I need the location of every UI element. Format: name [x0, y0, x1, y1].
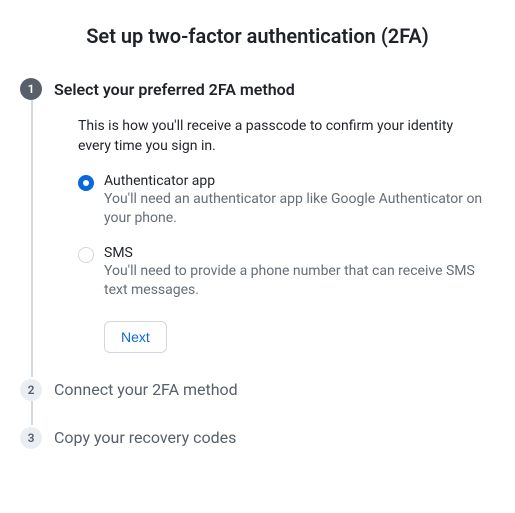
- option-sms[interactable]: SMS You'll need to provide a phone numbe…: [78, 245, 485, 301]
- radio-sms[interactable]: [78, 247, 94, 263]
- page-title: Set up two-factor authentication (2FA): [20, 24, 495, 48]
- next-button[interactable]: Next: [104, 321, 167, 353]
- step-1-body: This is how you'll receive a passcode to…: [50, 102, 495, 377]
- step-1-description: This is how you'll receive a passcode to…: [78, 116, 485, 157]
- step-rail: [31, 100, 33, 377]
- option-sms-desc: You'll need to provide a phone number th…: [104, 262, 485, 301]
- option-sms-label: SMS: [104, 245, 485, 261]
- step-2-title: Connect your 2FA method: [54, 380, 238, 399]
- step-2: 2 Connect your 2FA method: [20, 377, 495, 425]
- step-3-header: 3 Copy your recovery codes: [20, 425, 465, 451]
- step-1-badge: 1: [20, 78, 42, 100]
- steps-list: 1 Select your preferred 2FA method This …: [20, 76, 495, 451]
- option-authenticator-label: Authenticator app: [104, 173, 485, 189]
- step-2-badge: 2: [20, 379, 42, 401]
- step-3-title: Copy your recovery codes: [54, 428, 236, 447]
- step-1: 1 Select your preferred 2FA method This …: [20, 76, 495, 377]
- step-rail: [31, 401, 33, 425]
- step-3: 3 Copy your recovery codes: [20, 425, 495, 451]
- step-1-header: 1 Select your preferred 2FA method: [20, 76, 465, 102]
- option-authenticator-desc: You'll need an authenticator app like Go…: [104, 190, 485, 229]
- option-authenticator[interactable]: Authenticator app You'll need an authent…: [78, 173, 485, 229]
- step-2-header: 2 Connect your 2FA method: [20, 377, 465, 403]
- step-3-badge: 3: [20, 427, 42, 449]
- step-1-title: Select your preferred 2FA method: [54, 80, 295, 99]
- radio-authenticator[interactable]: [78, 175, 94, 191]
